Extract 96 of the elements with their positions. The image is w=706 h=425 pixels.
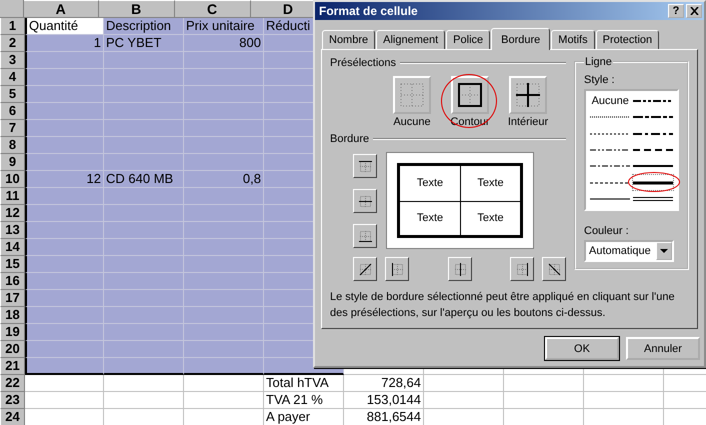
row-header[interactable]: 22 [0,375,25,392]
left-border-button[interactable] [385,257,409,281]
outline-box-icon [456,81,484,109]
style-label: Style : [584,74,616,86]
column-header[interactable]: A [24,0,99,18]
line-sample-icon [590,163,630,170]
color-label: Couleur : [584,225,630,237]
cross-grid-icon [514,81,542,109]
preset-label: Aucune [393,116,431,128]
line-sample-icon [590,146,630,153]
center-border-button[interactable] [448,257,472,281]
row-header[interactable]: 8 [0,137,25,154]
table-cell: 881,6544 [344,409,424,425]
preset-button[interactable] [451,76,489,114]
line-sample-icon [632,146,673,153]
table-cell: PC YBET [104,35,184,52]
tab[interactable]: Motifs [551,30,595,49]
table-cell: 153,0144 [344,392,424,409]
line-sample-icon [632,163,673,170]
row-header[interactable]: 2 [0,35,25,52]
row-header[interactable]: 10 [0,171,25,188]
row-header[interactable]: 4 [0,69,25,86]
row-header[interactable]: 5 [0,86,25,103]
table-cell: Total hTVA [264,375,344,392]
border-line-icon [546,261,562,277]
row-header[interactable]: 14 [0,239,25,256]
row-header[interactable]: 1 [0,18,25,35]
row-header[interactable]: 18 [0,307,25,324]
right-border-button[interactable] [510,257,534,281]
row-header[interactable]: 24 [0,409,25,425]
middle-border-button[interactable] [353,189,377,213]
row-header[interactable]: 15 [0,256,25,273]
line-sample-icon [632,114,673,120]
table-cell: Prix unitaire [184,18,264,35]
double-line-icon [632,194,673,203]
dropdown-arrow-icon [660,248,668,254]
dotted-grid-icon [398,81,426,109]
line-sample-icon [590,180,630,186]
column-header[interactable]: C [174,0,251,18]
line-sample-icon [632,130,673,137]
row-header[interactable]: 17 [0,290,25,307]
group-label: Ligne [584,56,613,68]
tab[interactable]: Nombre [322,30,376,49]
border-preview[interactable]: Texte Texte Texte Texte [386,152,534,249]
preset-label: Intérieur [508,116,548,128]
diagonal-down-button[interactable] [542,257,566,281]
line-sample-icon [590,196,630,202]
group-label: Bordure [330,133,370,145]
help-button[interactable]: ? [668,4,684,18]
border-line-icon [357,261,373,277]
table-cell: 0,8 [184,171,264,188]
tab[interactable]: Alignement [376,30,446,49]
row-header[interactable]: 12 [0,205,25,222]
table-cell: A payer [264,409,344,425]
column-header[interactable]: B [98,0,175,18]
row-header[interactable]: 21 [0,358,25,375]
table-cell: Description [104,18,184,35]
line-sample-icon [590,130,630,137]
bottom-border-button[interactable] [353,224,377,248]
row-header[interactable]: 13 [0,222,25,239]
table-cell: 1 [25,35,104,52]
table-cell: 12 [25,171,104,188]
top-border-button[interactable] [353,154,377,178]
color-dropdown[interactable]: Automatique [584,240,674,262]
preview-text: Texte [460,200,520,235]
tab[interactable]: Protection [596,30,660,49]
row-header[interactable]: 16 [0,273,25,290]
close-button[interactable] [686,4,702,18]
row-header[interactable]: 19 [0,324,25,341]
line-sample-icon [590,114,630,120]
line-sample-icon [632,98,673,104]
table-cell: TVA 21 % [264,392,344,409]
row-header[interactable]: 9 [0,154,25,171]
preview-text: Texte [400,200,460,235]
row-header[interactable]: 11 [0,188,25,205]
row-header[interactable]: 20 [0,341,25,358]
table-cell: 800 [184,35,264,52]
line-sample-icon [632,180,673,186]
row-header[interactable]: 6 [0,103,25,120]
preset-button[interactable] [509,76,547,114]
dialog-button[interactable]: Annuler [626,337,700,360]
help-text: Le style de bordure sélectionné peut être appliqué en cliquant sur l'une des présélections, sur l'aperçu ou les boutons ci-dessus. [330,290,676,321]
row-header[interactable]: 7 [0,120,25,137]
tab[interactable]: Bordure [491,28,550,50]
table-cell: CD 640 MB [104,171,184,188]
table-cell: 728,64 [344,375,424,392]
preview-text: Texte [416,176,444,192]
table-cell: Quantité [25,18,104,35]
row-header[interactable]: 23 [0,392,25,409]
dialog-button[interactable]: OK [545,337,619,360]
diagonal-up-button[interactable] [353,257,377,281]
row-header[interactable]: 3 [0,52,25,69]
tab[interactable]: Police [446,30,490,49]
close-icon [690,7,698,15]
preview-text: Texte [460,166,520,200]
group-label: Présélections [330,57,396,69]
